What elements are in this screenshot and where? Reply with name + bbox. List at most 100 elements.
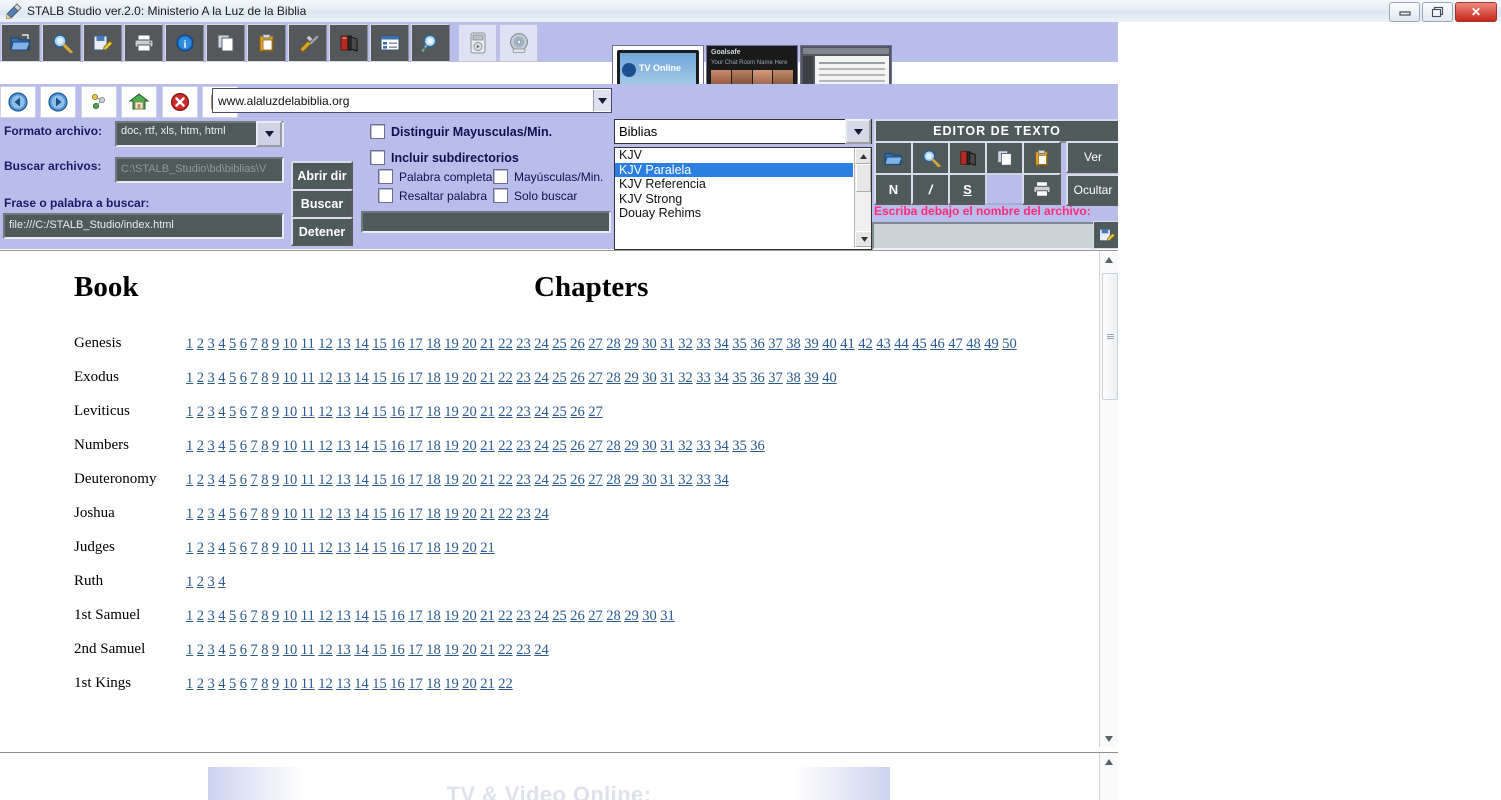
chapter-link[interactable]: 19 bbox=[444, 676, 459, 692]
chapter-link[interactable]: 19 bbox=[444, 336, 459, 352]
chapter-link[interactable]: 16 bbox=[390, 438, 405, 454]
chapter-link[interactable]: 9 bbox=[272, 506, 279, 522]
chapter-link[interactable]: 35 bbox=[732, 438, 747, 454]
chapter-link[interactable]: 13 bbox=[336, 540, 351, 556]
chapter-link[interactable]: 13 bbox=[336, 608, 351, 624]
chapter-link[interactable]: 8 bbox=[261, 608, 268, 624]
chapter-link[interactable]: 17 bbox=[408, 676, 423, 692]
chevron-down-icon[interactable] bbox=[845, 119, 871, 144]
chapter-link[interactable]: 2 bbox=[197, 472, 204, 488]
chapter-link[interactable]: 6 bbox=[240, 472, 247, 488]
chapter-link[interactable]: 10 bbox=[283, 540, 298, 556]
chapter-link[interactable]: 16 bbox=[390, 540, 405, 556]
chapter-link[interactable]: 8 bbox=[261, 472, 268, 488]
chapter-link[interactable]: 21 bbox=[480, 336, 495, 352]
chapter-link[interactable]: 1 bbox=[186, 574, 193, 590]
checkbox-palabra-completa[interactable]: Palabra completa bbox=[378, 169, 492, 184]
chapter-link[interactable]: 20 bbox=[462, 472, 477, 488]
chapter-link[interactable]: 37 bbox=[768, 370, 783, 386]
list-window-button[interactable] bbox=[370, 24, 409, 62]
chapter-link[interactable]: 24 bbox=[534, 472, 549, 488]
chapter-link[interactable]: 2 bbox=[197, 642, 204, 658]
chapter-link[interactable]: 44 bbox=[894, 336, 909, 352]
biblias-scrollbar[interactable] bbox=[854, 148, 871, 247]
chapter-link[interactable]: 19 bbox=[444, 472, 459, 488]
checkbox-incluir-subdirectorios[interactable]: Incluir subdirectorios bbox=[370, 150, 519, 165]
info-button[interactable]: i bbox=[165, 24, 204, 62]
chapter-link[interactable]: 2 bbox=[197, 336, 204, 352]
checkbox-box[interactable] bbox=[378, 169, 393, 184]
chapter-link[interactable]: 7 bbox=[251, 642, 258, 658]
chapter-link[interactable]: 6 bbox=[240, 676, 247, 692]
chapter-link[interactable]: 25 bbox=[552, 608, 567, 624]
chapter-link[interactable]: 24 bbox=[534, 370, 549, 386]
chapter-link[interactable]: 9 bbox=[272, 642, 279, 658]
chapter-link[interactable]: 15 bbox=[372, 370, 387, 386]
open-dir-button[interactable]: Abrir dir bbox=[291, 161, 353, 190]
chapter-link[interactable]: 3 bbox=[208, 540, 215, 556]
chapter-link[interactable]: 19 bbox=[444, 642, 459, 658]
chapter-link[interactable]: 5 bbox=[229, 336, 236, 352]
chapter-link[interactable]: 6 bbox=[240, 540, 247, 556]
chapter-link[interactable]: 2 bbox=[197, 540, 204, 556]
chapter-link[interactable]: 15 bbox=[372, 540, 387, 556]
chapter-link[interactable]: 35 bbox=[732, 370, 747, 386]
find-button[interactable] bbox=[411, 24, 450, 62]
checkbox-resaltar-palabra[interactable]: Resaltar palabra bbox=[378, 188, 487, 203]
chapter-link[interactable]: 10 bbox=[283, 404, 298, 420]
chapter-link[interactable]: 3 bbox=[208, 336, 215, 352]
chapter-link[interactable]: 15 bbox=[372, 336, 387, 352]
biblias-combobox-value[interactable]: Biblias bbox=[615, 124, 845, 139]
chapter-link[interactable]: 7 bbox=[251, 540, 258, 556]
chapter-link[interactable]: 8 bbox=[261, 404, 268, 420]
chapter-link[interactable]: 6 bbox=[240, 336, 247, 352]
chapter-link[interactable]: 8 bbox=[261, 438, 268, 454]
chapter-link[interactable]: 10 bbox=[283, 370, 298, 386]
chapter-link[interactable]: 22 bbox=[498, 642, 513, 658]
checkbox-mayusculas-min[interactable]: Mayúsculas/Min. bbox=[493, 169, 603, 184]
chapter-link[interactable]: 21 bbox=[480, 540, 495, 556]
chapter-link[interactable]: 47 bbox=[948, 336, 963, 352]
chapter-link[interactable]: 26 bbox=[570, 404, 585, 420]
chevron-down-icon[interactable] bbox=[256, 121, 282, 147]
format-combobox[interactable]: doc, rtf, xls, htm, html bbox=[115, 121, 284, 147]
editor-view-button[interactable]: Ver bbox=[1066, 141, 1118, 173]
chapter-link[interactable]: 24 bbox=[534, 608, 549, 624]
chapter-link[interactable]: 29 bbox=[624, 438, 639, 454]
chapter-link[interactable]: 24 bbox=[534, 642, 549, 658]
chapter-link[interactable]: 10 bbox=[283, 676, 298, 692]
chapter-link[interactable]: 5 bbox=[229, 540, 236, 556]
chapter-link[interactable]: 8 bbox=[261, 540, 268, 556]
editor-hide-button[interactable]: Ocultar bbox=[1066, 174, 1118, 206]
chapter-link[interactable]: 32 bbox=[678, 472, 693, 488]
chapter-link[interactable]: 20 bbox=[462, 370, 477, 386]
chapter-link[interactable]: 8 bbox=[261, 336, 268, 352]
chapter-link[interactable]: 15 bbox=[372, 608, 387, 624]
checkbox-box[interactable] bbox=[370, 124, 385, 139]
chapter-link[interactable]: 9 bbox=[272, 608, 279, 624]
refresh-button[interactable] bbox=[80, 86, 117, 118]
chapter-link[interactable]: 10 bbox=[283, 642, 298, 658]
editor-bibles-button[interactable] bbox=[948, 141, 987, 175]
chapter-link[interactable]: 16 bbox=[390, 370, 405, 386]
chapter-link[interactable]: 15 bbox=[372, 438, 387, 454]
chapter-link[interactable]: 48 bbox=[966, 336, 981, 352]
chapter-link[interactable]: 15 bbox=[372, 676, 387, 692]
chapter-link[interactable]: 5 bbox=[229, 404, 236, 420]
chapter-link[interactable]: 16 bbox=[390, 676, 405, 692]
open-folder-button[interactable] bbox=[1, 24, 40, 62]
chapter-link[interactable]: 18 bbox=[426, 676, 441, 692]
chapter-link[interactable]: 11 bbox=[301, 506, 315, 522]
chapter-link[interactable]: 17 bbox=[408, 540, 423, 556]
chapter-link[interactable]: 49 bbox=[984, 336, 999, 352]
chapter-link[interactable]: 11 bbox=[301, 336, 315, 352]
chapter-link[interactable]: 23 bbox=[516, 642, 531, 658]
chapter-link[interactable]: 3 bbox=[208, 438, 215, 454]
address-bar[interactable]: www.alaluzdelabiblia.org bbox=[212, 88, 612, 113]
chapter-link[interactable]: 4 bbox=[218, 642, 225, 658]
editor-spacer-button[interactable] bbox=[985, 173, 1024, 205]
chapter-link[interactable]: 18 bbox=[426, 336, 441, 352]
checkbox-box[interactable] bbox=[493, 169, 508, 184]
chapter-link[interactable]: 17 bbox=[408, 404, 423, 420]
chapter-link[interactable]: 7 bbox=[251, 472, 258, 488]
